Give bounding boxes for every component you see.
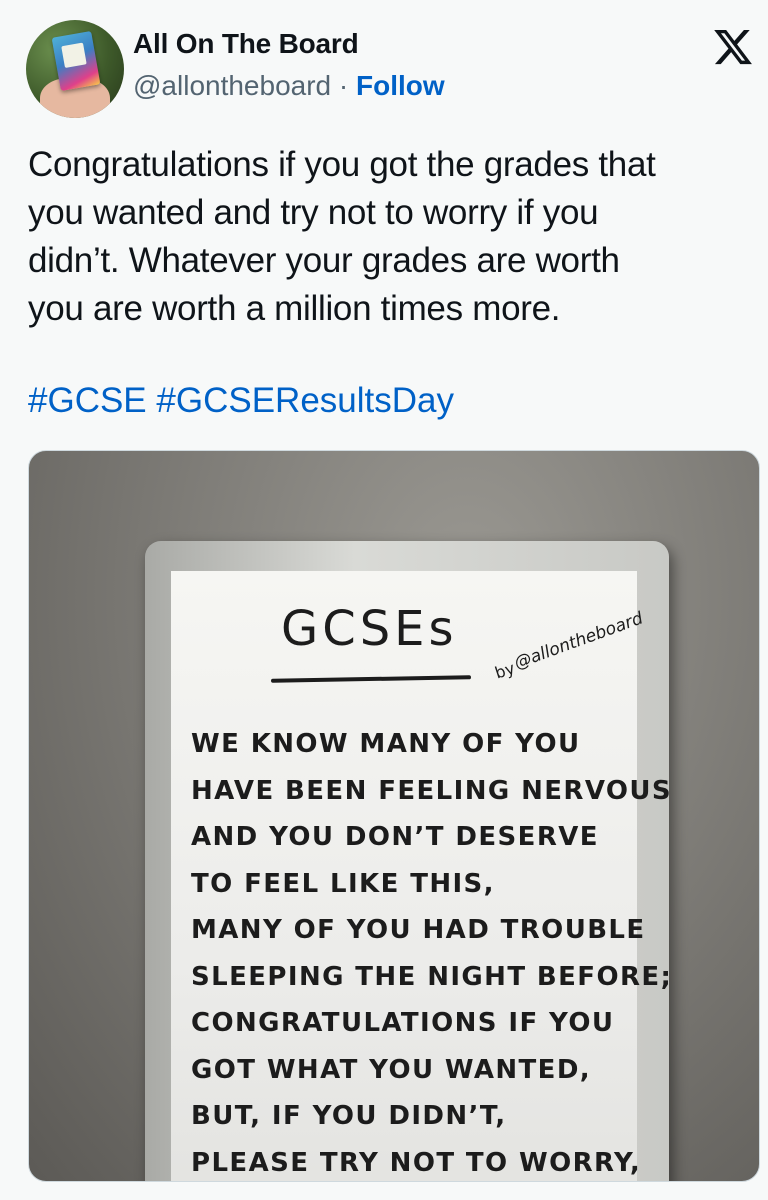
whiteboard-line: MANY OF YOU HAD TROUBLE — [191, 915, 646, 945]
whiteboard-handle: @allontheboard — [511, 608, 646, 674]
tweet-text-line: you wanted and try not to worry if you — [28, 193, 599, 232]
author-name[interactable]: All On The Board — [133, 28, 359, 60]
avatar-book — [51, 30, 101, 92]
tweet-text-line: you are worth a million times more. — [28, 289, 561, 328]
hashtag-gcse[interactable]: #GCSE — [28, 381, 147, 420]
hashtag-gcse-results-day[interactable]: #GCSEResultsDay — [156, 381, 454, 420]
hashtags: #GCSE #GCSEResultsDay — [28, 377, 454, 425]
whiteboard-line: HAVE BEEN FEELING NERVOUS — [191, 775, 673, 806]
author-handle-row: @allontheboard · Follow — [133, 70, 445, 102]
author-avatar[interactable] — [26, 20, 124, 118]
tweet-text-line: Congratulations if you got the grades th… — [28, 145, 656, 184]
follow-button[interactable]: Follow — [356, 70, 445, 101]
tweet-media-image[interactable]: GCSEs by @allontheboard WE KNOW MANY OF … — [28, 450, 760, 1182]
whiteboard-line: TO FEEL LIKE THIS, — [191, 868, 495, 899]
tweet-text-line: didn’t. Whatever your grades are worth — [28, 241, 620, 280]
whiteboard-line: SLEEPING THE NIGHT BEFORE; — [191, 961, 673, 992]
whiteboard-frame: GCSEs by @allontheboard WE KNOW MANY OF … — [145, 541, 671, 1181]
tweet-text: Congratulations if you got the grades th… — [28, 141, 758, 333]
x-logo-icon[interactable] — [710, 26, 756, 68]
whiteboard-line: BUT, IF YOU DIDN’T, — [191, 1101, 507, 1131]
separator-dot: · — [338, 70, 349, 101]
whiteboard-line: PLEASE TRY NOT TO WORRY, — [191, 1147, 642, 1178]
whiteboard-title: GCSEs — [281, 601, 458, 657]
title-underline — [270, 675, 472, 683]
whiteboard: GCSEs by @allontheboard WE KNOW MANY OF … — [171, 571, 671, 1181]
whiteboard-line: WE KNOW MANY OF YOU — [191, 729, 581, 759]
whiteboard-line: CONGRATULATIONS IF YOU — [191, 1008, 615, 1038]
author-handle[interactable]: @allontheboard — [133, 70, 331, 101]
whiteboard-line: AND YOU DON’T DESERVE — [191, 822, 599, 852]
whiteboard-message: WE KNOW MANY OF YOU HAVE BEEN FEELING NE… — [191, 721, 673, 1181]
whiteboard-line: GOT WHAT YOU WANTED, — [191, 1054, 592, 1085]
